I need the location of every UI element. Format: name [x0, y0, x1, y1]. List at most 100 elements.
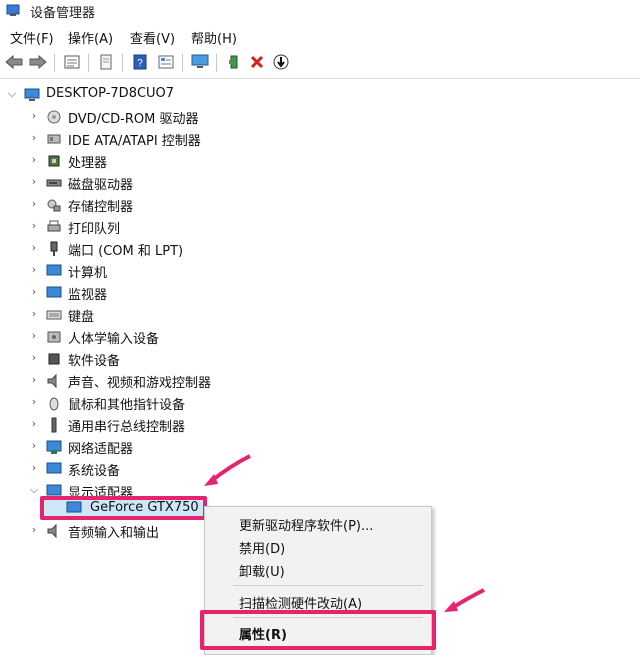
menu-help[interactable]: 帮助(H): [191, 28, 237, 47]
chevron-right-icon[interactable]: ›: [28, 417, 40, 431]
tree-item[interactable]: › 存储控制器: [0, 194, 640, 216]
toolbar-separator: [182, 54, 183, 72]
help-icon[interactable]: ?: [130, 52, 150, 72]
processor-icon: [48, 155, 60, 167]
keyboard-icon: [46, 310, 62, 320]
monitor-icon: [46, 286, 62, 298]
chevron-right-icon[interactable]: ›: [28, 197, 40, 211]
speaker-icon: [47, 373, 57, 389]
menu-action[interactable]: 操作(A): [68, 28, 113, 47]
window-title: 设备管理器: [30, 6, 96, 21]
tree-item-label: 系统设备: [68, 464, 121, 479]
tree-item-label: 鼠标和其他指针设备: [68, 398, 186, 413]
root-label: DESKTOP-7D8CUO7: [46, 86, 175, 101]
menu-bar: 文件(F) 操作(A) 查看(V) 帮助(H): [0, 22, 640, 48]
tree-item[interactable]: › 计算机: [0, 260, 640, 282]
network-adapter-icon: [46, 440, 62, 454]
system-device-icon: [46, 462, 62, 474]
computer-icon: [46, 264, 62, 276]
chevron-right-icon[interactable]: ›: [28, 153, 40, 167]
chevron-right-icon[interactable]: ›: [28, 219, 40, 233]
tree-item[interactable]: › 监视器: [0, 282, 640, 304]
chevron-right-icon[interactable]: ›: [28, 241, 40, 255]
tree-item[interactable]: › 端口 (COM 和 LPT): [0, 238, 640, 260]
forward-arrow-icon[interactable]: [28, 52, 48, 72]
tree-item-label: 计算机: [68, 266, 108, 281]
tree-root[interactable]: ⌵ DESKTOP-7D8CUO7: [0, 84, 640, 106]
tree-item[interactable]: › 软件设备: [0, 348, 640, 370]
storage-controller-icon: [47, 199, 61, 212]
tree-item[interactable]: › 打印队列: [0, 216, 640, 238]
gpu-label: GeForce GTX750: [90, 500, 199, 515]
chevron-down-icon[interactable]: ⌵: [6, 87, 18, 101]
tree-item[interactable]: › 鼠标和其他指针设备: [0, 392, 640, 414]
printer-icon: [47, 220, 61, 232]
details-icon[interactable]: [156, 52, 176, 72]
tree-item[interactable]: › IDE ATA/ATAPI 控制器: [0, 128, 640, 150]
chevron-right-icon[interactable]: ›: [28, 109, 40, 123]
chevron-right-icon[interactable]: ›: [28, 285, 40, 299]
chevron-right-icon[interactable]: ›: [28, 439, 40, 453]
tree-item[interactable]: › 磁盘驱动器: [0, 172, 640, 194]
menu-update-driver[interactable]: 更新驱动程序软件(P)...: [239, 515, 373, 534]
disk-drive-icon: [46, 179, 62, 187]
tree-item-label: 声音、视频和游戏控制器: [68, 376, 212, 391]
audio-io-icon: [47, 523, 57, 539]
chevron-right-icon[interactable]: ›: [28, 351, 40, 365]
toolbar: ?: [0, 48, 640, 79]
document-icon[interactable]: [96, 52, 116, 72]
tree-item-label: 监视器: [68, 288, 108, 303]
chevron-right-icon[interactable]: ›: [28, 131, 40, 145]
tree-item[interactable]: › 人体学输入设备: [0, 326, 640, 348]
chevron-right-icon[interactable]: ›: [28, 263, 40, 277]
hid-icon: [47, 331, 61, 343]
chevron-right-icon[interactable]: ›: [28, 175, 40, 189]
chevron-down-icon[interactable]: ⌵: [28, 483, 40, 497]
usb-icon: [51, 417, 57, 433]
menu-view[interactable]: 查看(V): [130, 28, 175, 47]
tree-item[interactable]: › 通用串行总线控制器: [0, 414, 640, 436]
dvd-drive-icon: [47, 110, 61, 124]
tree-item[interactable]: › 键盘: [0, 304, 640, 326]
download-circle-icon[interactable]: [271, 52, 291, 72]
tree-item-label: 打印队列: [68, 222, 121, 237]
tree-item-label: IDE ATA/ATAPI 控制器: [68, 134, 201, 149]
toolbar-separator: [88, 54, 89, 72]
menu-separator: [233, 585, 423, 586]
tree-item-label: DVD/CD-ROM 驱动器: [68, 112, 199, 127]
tree-item-label: 存储控制器: [68, 200, 134, 215]
chevron-right-icon[interactable]: ›: [28, 329, 40, 343]
back-arrow-icon[interactable]: [4, 52, 24, 72]
menu-uninstall[interactable]: 卸载(U): [239, 561, 285, 580]
tree-item-label: 软件设备: [68, 354, 121, 369]
mouse-icon: [49, 397, 59, 411]
annotation-arrow-icon: [204, 454, 251, 486]
chevron-right-icon[interactable]: ›: [28, 523, 40, 537]
software-device-icon: [48, 353, 60, 365]
tree-item[interactable]: › DVD/CD-ROM 驱动器: [0, 106, 640, 128]
tree-item-label: 通用串行总线控制器: [68, 420, 186, 435]
add-driver-icon[interactable]: [224, 52, 244, 72]
svg-text:?: ?: [137, 58, 143, 69]
toolbar-separator: [54, 54, 55, 72]
tree-item-label: 端口 (COM 和 LPT): [68, 244, 184, 259]
tree-item[interactable]: › 处理器: [0, 150, 640, 172]
chevron-right-icon[interactable]: ›: [28, 307, 40, 321]
tree-item-label: 人体学输入设备: [68, 332, 160, 347]
menu-disable[interactable]: 禁用(D): [239, 538, 285, 557]
tree-item-label: 处理器: [68, 156, 108, 171]
device-manager-icon: [6, 4, 20, 16]
menu-file[interactable]: 文件(F): [10, 28, 54, 47]
chevron-right-icon[interactable]: ›: [28, 461, 40, 475]
remove-icon[interactable]: [247, 52, 267, 72]
tree-item[interactable]: › 系统设备: [0, 458, 640, 480]
highlight-box: [200, 610, 436, 650]
tree-item-label: 磁盘驱动器: [68, 178, 134, 193]
properties-sheet-icon[interactable]: [62, 52, 82, 72]
tree-item[interactable]: › 声音、视频和游戏控制器: [0, 370, 640, 392]
tree-item[interactable]: › 网络适配器: [0, 436, 640, 458]
chevron-right-icon[interactable]: ›: [28, 373, 40, 387]
display-adapter-icon: [66, 501, 82, 513]
chevron-right-icon[interactable]: ›: [28, 395, 40, 409]
monitor-scan-icon[interactable]: [190, 52, 210, 72]
